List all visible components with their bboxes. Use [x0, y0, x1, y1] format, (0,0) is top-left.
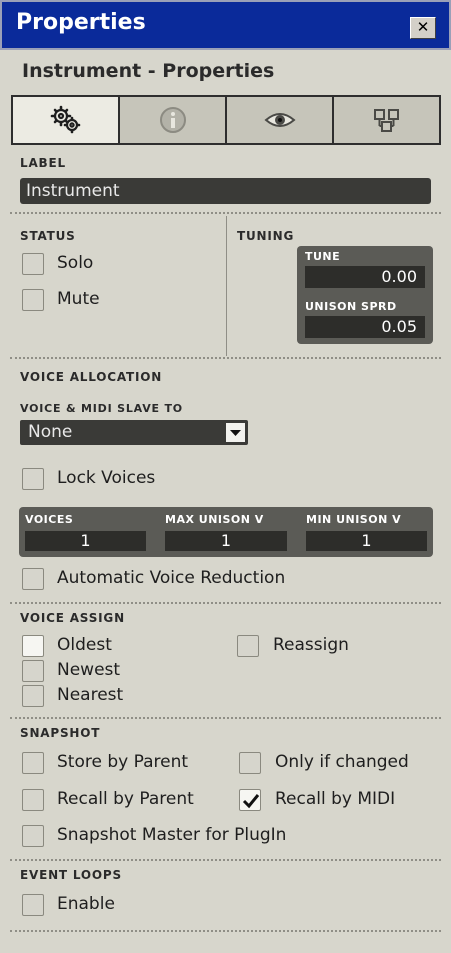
- close-button[interactable]: ✕: [410, 17, 436, 39]
- vertical-divider: [226, 216, 227, 356]
- voice-assign-heading: VOICE ASSIGN: [20, 611, 125, 625]
- nearest-radio[interactable]: [22, 685, 44, 707]
- voices-label: VOICES: [25, 513, 74, 526]
- slave-to-select[interactable]: None: [20, 420, 248, 445]
- auto-voice-reduction-checkbox[interactable]: [22, 568, 44, 590]
- close-icon: ✕: [416, 18, 430, 36]
- max-unison-value[interactable]: 1: [165, 531, 287, 551]
- window-title: Properties: [16, 10, 146, 35]
- gears-icon: [50, 105, 80, 134]
- recall-by-midi-label: Recall by MIDI: [275, 789, 396, 809]
- label-input[interactable]: Instrument: [20, 178, 431, 204]
- divider: [10, 930, 441, 932]
- eye-icon: [263, 113, 296, 127]
- slave-to-value: None: [28, 422, 73, 442]
- auto-voice-reduction-label: Automatic Voice Reduction: [57, 568, 286, 588]
- solo-checkbox[interactable]: [22, 253, 44, 275]
- title-bar: Properties ✕: [0, 0, 451, 50]
- status-heading: STATUS: [20, 229, 76, 243]
- connection-icon: [373, 109, 399, 132]
- oldest-label: Oldest: [57, 635, 112, 655]
- enable-label: Enable: [57, 894, 115, 914]
- newest-label: Newest: [57, 660, 121, 680]
- tune-value[interactable]: 0.00: [305, 266, 425, 288]
- label-heading: LABEL: [20, 156, 66, 170]
- voice-allocation-heading: VOICE ALLOCATION: [20, 370, 163, 384]
- nearest-label: Nearest: [57, 685, 124, 705]
- lock-voices-label: Lock Voices: [57, 468, 156, 488]
- only-if-changed-label: Only if changed: [275, 752, 409, 772]
- divider: [10, 717, 441, 719]
- min-unison-label: MIN UNISON V: [306, 513, 402, 526]
- tuning-heading: TUNING: [237, 229, 295, 243]
- lock-voices-checkbox[interactable]: [22, 468, 44, 490]
- unison-spread-label: UNISON SPRD: [305, 300, 397, 313]
- info-icon: [159, 107, 186, 133]
- store-by-parent-checkbox[interactable]: [22, 752, 44, 774]
- divider: [10, 212, 441, 214]
- oldest-radio[interactable]: [22, 635, 44, 657]
- snapshot-master-checkbox[interactable]: [22, 825, 44, 847]
- tab-bar: [11, 95, 441, 145]
- divider: [10, 859, 441, 861]
- min-unison-value[interactable]: 1: [306, 531, 427, 551]
- tab-view[interactable]: [227, 97, 332, 143]
- recall-by-parent-label: Recall by Parent: [57, 789, 194, 809]
- reassign-label: Reassign: [273, 635, 349, 655]
- snapshot-master-label: Snapshot Master for PlugIn: [57, 825, 287, 845]
- mute-checkbox[interactable]: [22, 289, 44, 311]
- voices-panel: VOICES 1 MAX UNISON V 1 MIN UNISON V 1: [19, 507, 433, 557]
- slave-to-label: VOICE & MIDI SLAVE TO: [20, 402, 183, 415]
- voices-value[interactable]: 1: [25, 531, 146, 551]
- enable-checkbox[interactable]: [22, 894, 44, 916]
- reassign-checkbox[interactable]: [237, 635, 259, 657]
- store-by-parent-label: Store by Parent: [57, 752, 189, 772]
- divider: [10, 602, 441, 604]
- unison-spread-value[interactable]: 0.05: [305, 316, 425, 338]
- recall-by-midi-checkbox[interactable]: [239, 789, 261, 811]
- tab-info[interactable]: [120, 97, 225, 143]
- chevron-down-icon[interactable]: [226, 423, 245, 442]
- event-loops-heading: EVENT LOOPS: [20, 868, 122, 882]
- divider: [10, 357, 441, 359]
- solo-label: Solo: [57, 253, 94, 273]
- mute-label: Mute: [57, 289, 100, 309]
- newest-radio[interactable]: [22, 660, 44, 682]
- recall-by-parent-checkbox[interactable]: [22, 789, 44, 811]
- snapshot-heading: SNAPSHOT: [20, 726, 101, 740]
- tab-connections[interactable]: [334, 97, 439, 143]
- max-unison-label: MAX UNISON V: [165, 513, 264, 526]
- checkmark-icon: [242, 794, 260, 809]
- tune-label: TUNE: [305, 250, 341, 263]
- page-title: Instrument - Properties: [22, 60, 275, 82]
- tab-general[interactable]: [13, 97, 118, 143]
- tuning-panel: TUNE 0.00 UNISON SPRD 0.05: [297, 246, 433, 344]
- only-if-changed-checkbox[interactable]: [239, 752, 261, 774]
